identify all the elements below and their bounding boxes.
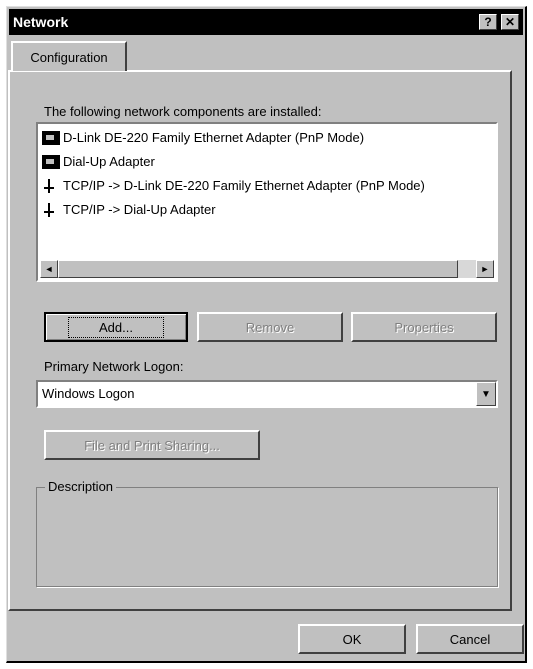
window-title: Network <box>13 14 69 30</box>
protocol-icon <box>42 178 60 193</box>
protocol-icon <box>42 202 60 217</box>
components-listbox[interactable]: D-Link DE-220 Family Ethernet Adapter (P… <box>36 122 498 282</box>
scroll-left-icon[interactable]: ◄ <box>40 260 58 278</box>
tab-configuration-label: Configuration <box>30 49 108 65</box>
primary-logon-value: Windows Logon <box>42 386 135 401</box>
horizontal-scrollbar[interactable]: ◄ ► <box>40 260 494 278</box>
list-item-label: Dial-Up Adapter <box>63 154 155 169</box>
help-button[interactable]: ? <box>479 14 497 30</box>
ok-button[interactable]: OK <box>298 624 406 654</box>
network-adapter-icon <box>42 130 60 145</box>
list-item[interactable]: TCP/IP -> D-Link DE-220 Family Ethernet … <box>42 178 425 193</box>
description-label: Description <box>45 479 117 494</box>
title-bar[interactable]: Network ? ✕ <box>9 9 523 35</box>
tab-configuration[interactable]: Configuration <box>11 41 127 71</box>
primary-logon-select[interactable]: Windows Logon ▼ <box>36 380 498 408</box>
properties-button[interactable]: Properties <box>351 312 497 342</box>
scroll-thumb[interactable] <box>58 260 458 278</box>
add-button-label: Add... <box>68 316 164 338</box>
list-item[interactable]: Dial-Up Adapter <box>42 154 155 169</box>
list-item[interactable]: TCP/IP -> Dial-Up Adapter <box>42 202 216 217</box>
description-groupbox: Description <box>36 479 498 587</box>
list-item-label: D-Link DE-220 Family Ethernet Adapter (P… <box>63 130 365 145</box>
chevron-down-icon[interactable]: ▼ <box>476 382 496 406</box>
components-label: The following network components are ins… <box>44 104 322 119</box>
list-item-label: TCP/IP -> D-Link DE-220 Family Ethernet … <box>63 178 425 193</box>
network-adapter-icon <box>42 154 60 169</box>
add-button[interactable]: Add... <box>44 312 188 342</box>
remove-button[interactable]: Remove <box>197 312 343 342</box>
close-button[interactable]: ✕ <box>501 14 519 30</box>
list-item-label: TCP/IP -> Dial-Up Adapter <box>63 202 216 217</box>
file-and-print-sharing-button[interactable]: File and Print Sharing... <box>44 430 260 460</box>
scroll-right-icon[interactable]: ► <box>476 260 494 278</box>
primary-logon-label: Primary Network Logon: <box>44 359 184 374</box>
list-item[interactable]: D-Link DE-220 Family Ethernet Adapter (P… <box>42 130 364 145</box>
cancel-button[interactable]: Cancel <box>416 624 524 654</box>
